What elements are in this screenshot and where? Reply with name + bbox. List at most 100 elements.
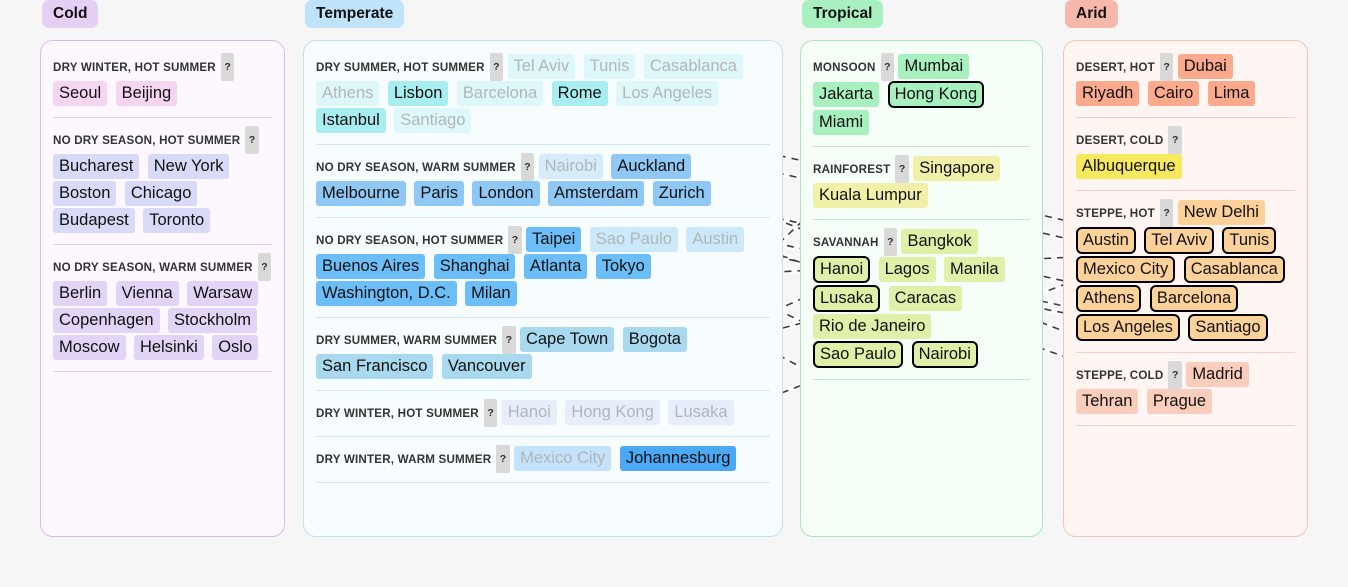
city-chip[interactable]: Sao Paulo bbox=[813, 341, 904, 368]
city-chip[interactable]: Milan bbox=[465, 281, 517, 306]
city-chip[interactable]: Mexico City bbox=[1076, 256, 1176, 283]
city-chip[interactable]: Warsaw bbox=[187, 281, 259, 306]
city-chip[interactable]: Rio de Janeiro bbox=[813, 314, 932, 339]
city-chip[interactable]: Buenos Aires bbox=[316, 254, 426, 279]
city-chip[interactable]: Hanoi bbox=[501, 400, 557, 425]
city-chip[interactable]: Bangkok bbox=[901, 229, 978, 254]
help-icon[interactable]: ? bbox=[508, 226, 522, 254]
city-chip[interactable]: Cape Town bbox=[519, 327, 615, 352]
city-chip[interactable]: Chicago bbox=[124, 181, 198, 206]
help-icon[interactable]: ? bbox=[1168, 361, 1182, 389]
city-chip[interactable]: Tunis bbox=[1222, 227, 1277, 254]
city-chip[interactable]: Shanghai bbox=[433, 254, 516, 279]
city-chip[interactable]: Athens bbox=[1076, 285, 1142, 312]
city-chip[interactable]: London bbox=[472, 181, 540, 206]
city-chip[interactable]: Athens bbox=[316, 81, 380, 106]
city-chip[interactable]: Mumbai bbox=[898, 54, 970, 79]
city-chip[interactable]: Lagos bbox=[878, 257, 936, 282]
city-chip[interactable]: Los Angeles bbox=[1076, 314, 1180, 341]
city-chip[interactable]: Sao Paulo bbox=[589, 227, 678, 252]
city-chip[interactable]: Bogota bbox=[622, 327, 687, 352]
city-chip[interactable]: Singapore bbox=[913, 156, 1001, 181]
city-chip[interactable]: Jakarta bbox=[813, 82, 880, 107]
city-chip[interactable]: Lusaka bbox=[668, 400, 734, 425]
help-icon[interactable]: ? bbox=[502, 326, 516, 354]
city-chip[interactable]: Tel Aviv bbox=[507, 54, 576, 79]
help-icon[interactable]: ? bbox=[1159, 199, 1174, 227]
city-chip[interactable]: Zurich bbox=[652, 181, 711, 206]
city-chip[interactable]: Copenhagen bbox=[53, 308, 160, 333]
help-icon[interactable]: ? bbox=[483, 399, 498, 427]
city-chip[interactable]: Prague bbox=[1146, 389, 1213, 414]
city-chip[interactable]: Vancouver bbox=[441, 354, 532, 379]
city-chip[interactable]: Paris bbox=[414, 181, 465, 206]
city-chip[interactable]: Miami bbox=[813, 110, 869, 135]
help-icon[interactable]: ? bbox=[245, 126, 259, 154]
city-chip[interactable]: Moscow bbox=[53, 335, 126, 360]
city-chip[interactable]: Beijing bbox=[115, 81, 178, 106]
city-chip[interactable]: Lisbon bbox=[387, 81, 449, 106]
help-icon[interactable]: ? bbox=[496, 445, 510, 473]
city-chip[interactable]: Tokyo bbox=[595, 254, 651, 279]
city-chip[interactable]: Istanbul bbox=[316, 108, 386, 133]
city-chip[interactable]: Hanoi bbox=[813, 256, 871, 283]
help-icon[interactable]: ? bbox=[220, 53, 235, 81]
city-chip[interactable]: New Delhi bbox=[1177, 200, 1265, 225]
help-icon[interactable]: ? bbox=[883, 228, 898, 256]
city-chip[interactable]: Mexico City bbox=[514, 446, 612, 471]
help-icon[interactable]: ? bbox=[895, 155, 909, 183]
city-chip[interactable]: Tel Aviv bbox=[1144, 227, 1214, 254]
city-chip[interactable]: Riyadh bbox=[1076, 81, 1140, 106]
city-chip[interactable]: Washington, D.C. bbox=[316, 281, 457, 306]
help-icon[interactable]: ? bbox=[520, 153, 535, 181]
city-chip[interactable]: Taipei bbox=[526, 227, 582, 252]
city-chip[interactable]: Hong Kong bbox=[887, 81, 985, 108]
city-chip[interactable]: Budapest bbox=[53, 208, 135, 233]
city-chip[interactable]: Kuala Lumpur bbox=[813, 183, 928, 208]
city-chip[interactable]: Los Angeles bbox=[616, 81, 719, 106]
city-chip[interactable]: Cairo bbox=[1147, 81, 1200, 106]
city-chip[interactable]: Madrid bbox=[1186, 362, 1249, 387]
city-chip[interactable]: Atlanta bbox=[523, 254, 588, 279]
city-chip[interactable]: Vienna bbox=[115, 281, 179, 306]
city-chip[interactable]: Amsterdam bbox=[547, 181, 645, 206]
city-chip[interactable]: New York bbox=[147, 154, 230, 179]
help-icon[interactable]: ? bbox=[257, 253, 272, 281]
city-chip[interactable]: Manila bbox=[944, 257, 1005, 282]
city-chip[interactable]: Casablanca bbox=[1183, 256, 1285, 283]
city-chip[interactable]: Barcelona bbox=[1149, 285, 1239, 312]
city-chip[interactable]: Oslo bbox=[212, 335, 259, 360]
city-chip[interactable]: Seoul bbox=[53, 81, 108, 106]
city-chip[interactable]: Nairobi bbox=[538, 154, 603, 179]
city-chip[interactable]: Santiago bbox=[394, 108, 472, 133]
city-chip[interactable]: Santiago bbox=[1188, 314, 1268, 341]
help-icon[interactable]: ? bbox=[880, 53, 895, 81]
city-chip[interactable]: Toronto bbox=[143, 208, 211, 233]
city-chip[interactable]: Bucharest bbox=[53, 154, 140, 179]
city-chip[interactable]: Tehran bbox=[1076, 389, 1139, 414]
city-chip[interactable]: Helsinki bbox=[133, 335, 204, 360]
city-chip[interactable]: Barcelona bbox=[456, 81, 544, 106]
city-chip[interactable]: Auckland bbox=[611, 154, 692, 179]
city-chip[interactable]: Nairobi bbox=[911, 341, 978, 368]
help-icon[interactable]: ? bbox=[1168, 126, 1182, 154]
help-icon[interactable]: ? bbox=[489, 53, 504, 81]
city-chip[interactable]: Berlin bbox=[53, 281, 108, 306]
city-chip[interactable]: Rome bbox=[551, 81, 608, 106]
city-chip[interactable]: Johannesburg bbox=[619, 446, 737, 471]
city-chip[interactable]: Stockholm bbox=[167, 308, 257, 333]
city-chip[interactable]: Caracas bbox=[888, 286, 963, 311]
city-chip[interactable]: Lusaka bbox=[813, 285, 881, 312]
city-chip[interactable]: Hong Kong bbox=[565, 400, 660, 425]
city-chip[interactable]: Tunis bbox=[583, 54, 636, 79]
city-chip[interactable]: Dubai bbox=[1177, 54, 1233, 79]
city-chip[interactable]: Casablanca bbox=[643, 54, 743, 79]
city-chip[interactable]: Melbourne bbox=[316, 181, 406, 206]
help-icon[interactable]: ? bbox=[1159, 53, 1174, 81]
city-chip[interactable]: San Francisco bbox=[316, 354, 434, 379]
city-chip[interactable]: Albuquerque bbox=[1076, 154, 1182, 179]
city-chip[interactable]: Lima bbox=[1207, 81, 1256, 106]
city-chip[interactable]: Austin bbox=[686, 227, 745, 252]
city-chip[interactable]: Boston bbox=[53, 181, 117, 206]
city-chip[interactable]: Austin bbox=[1076, 227, 1136, 254]
